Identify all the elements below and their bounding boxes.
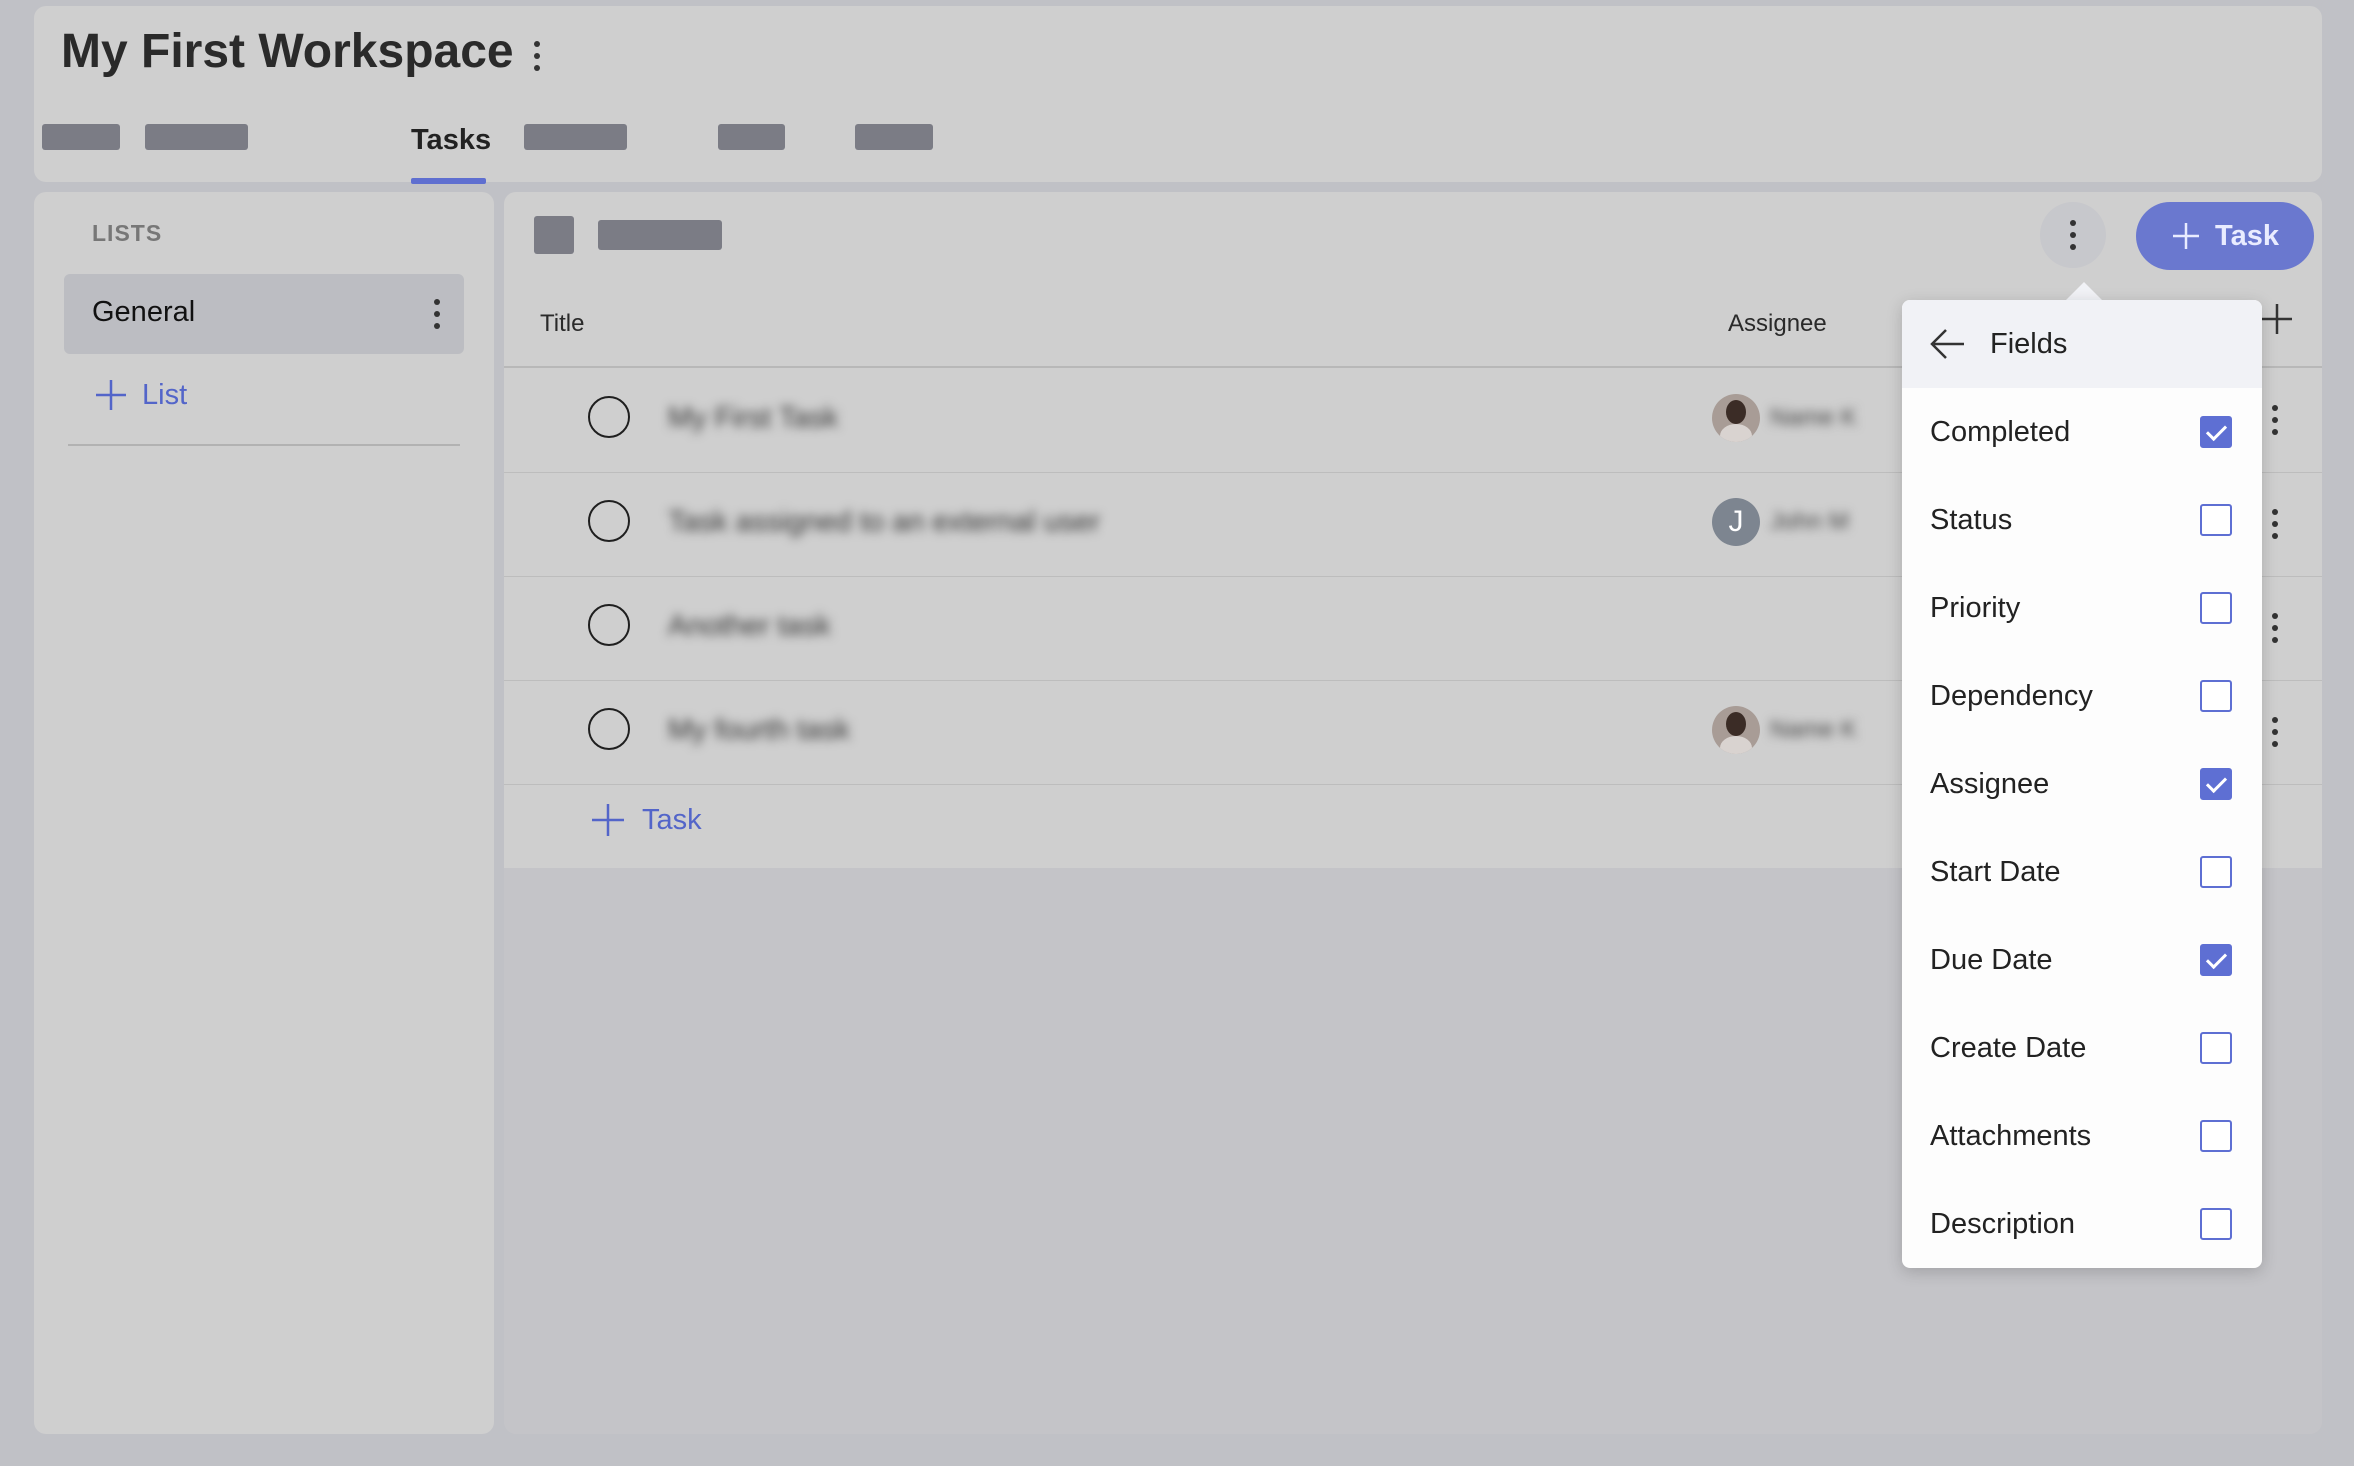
- complete-task-checkbox[interactable]: [588, 604, 630, 646]
- field-label: Dependency: [1930, 680, 2093, 712]
- fields-menu-title: Fields: [1990, 328, 2068, 360]
- assignee-name: Name K: [1770, 716, 1857, 743]
- workspace-title: My First Workspace: [61, 25, 514, 78]
- field-label: Start Date: [1930, 856, 2061, 888]
- field-label: Create Date: [1930, 1032, 2087, 1064]
- field-checkbox[interactable]: [2200, 944, 2232, 976]
- sidebar-item-general[interactable]: General: [64, 274, 464, 354]
- field-option-create-date[interactable]: Create Date: [1902, 1004, 2262, 1092]
- tab-placeholder-2[interactable]: [145, 124, 248, 150]
- task-title[interactable]: Task assigned to an external user: [668, 506, 1100, 539]
- assignee-name: Name K: [1770, 404, 1857, 431]
- plus-icon: [592, 804, 624, 836]
- plus-icon: [96, 380, 126, 410]
- add-column-icon[interactable]: [2260, 302, 2294, 341]
- field-checkbox[interactable]: [2200, 1032, 2232, 1064]
- lists-sidebar: LISTS General List: [34, 192, 494, 1434]
- field-checkbox[interactable]: [2200, 768, 2232, 800]
- list-icon-placeholder: [534, 216, 574, 254]
- avatar: [1712, 706, 1760, 754]
- field-option-due-date[interactable]: Due Date: [1902, 916, 2262, 1004]
- workspace-header: My First Workspace Tasks: [34, 6, 2322, 184]
- field-checkbox[interactable]: [2200, 856, 2232, 888]
- field-label: Assignee: [1930, 768, 2050, 800]
- lists-heading: LISTS: [92, 220, 163, 246]
- row-more-icon[interactable]: [2260, 710, 2290, 754]
- list-label: General: [92, 296, 196, 328]
- task-title[interactable]: My fourth task: [668, 714, 850, 747]
- assignee-cell[interactable]: Name K: [1712, 394, 1857, 442]
- list-more-icon[interactable]: [422, 292, 452, 336]
- complete-task-checkbox[interactable]: [588, 500, 630, 542]
- field-label: Status: [1930, 504, 2013, 536]
- avatar: [1712, 394, 1760, 442]
- fields-menu: Fields Completed Status Priority Dependency…: [1902, 300, 2262, 1268]
- popup-caret: [2066, 282, 2102, 300]
- field-option-dependency[interactable]: Dependency: [1902, 652, 2262, 740]
- field-label: Completed: [1930, 416, 2071, 448]
- list-name-placeholder: [598, 220, 722, 250]
- tab-placeholder-1[interactable]: [42, 124, 120, 150]
- field-checkbox[interactable]: [2200, 680, 2232, 712]
- task-title[interactable]: My First Task: [668, 402, 838, 435]
- workspace-more-icon[interactable]: [522, 34, 552, 78]
- field-option-attachments[interactable]: Attachments: [1902, 1092, 2262, 1180]
- field-option-description[interactable]: Description: [1902, 1180, 2262, 1268]
- assignee-cell[interactable]: Name K: [1712, 706, 1857, 754]
- column-header-title[interactable]: Title: [540, 310, 584, 338]
- add-list-label: List: [142, 378, 188, 411]
- field-option-completed[interactable]: Completed: [1902, 388, 2262, 476]
- field-checkbox[interactable]: [2200, 592, 2232, 624]
- divider: [68, 444, 460, 446]
- field-checkbox[interactable]: [2200, 1120, 2232, 1152]
- field-checkbox[interactable]: [2200, 416, 2232, 448]
- active-tab-indicator: [411, 178, 486, 184]
- field-option-start-date[interactable]: Start Date: [1902, 828, 2262, 916]
- add-list-button[interactable]: List: [94, 378, 187, 412]
- field-label: Priority: [1930, 592, 2021, 624]
- add-task-label: Task: [642, 803, 702, 836]
- complete-task-checkbox[interactable]: [588, 708, 630, 750]
- column-header-assignee[interactable]: Assignee: [1728, 310, 1827, 338]
- field-option-priority[interactable]: Priority: [1902, 564, 2262, 652]
- tab-tasks[interactable]: Tasks: [411, 124, 491, 157]
- tab-placeholder-3[interactable]: [524, 124, 627, 150]
- assignee-name: John M: [1770, 508, 1849, 535]
- add-task-button[interactable]: Task: [2136, 202, 2314, 270]
- plus-icon: [2173, 223, 2200, 249]
- fields-menu-header: Fields: [1902, 300, 2262, 388]
- tab-placeholder-4[interactable]: [718, 124, 785, 150]
- field-checkbox[interactable]: [2200, 504, 2232, 536]
- add-task-inline-button[interactable]: Task: [590, 802, 702, 838]
- complete-task-checkbox[interactable]: [588, 396, 630, 438]
- row-more-icon[interactable]: [2260, 502, 2290, 546]
- field-option-status[interactable]: Status: [1902, 476, 2262, 564]
- back-arrow-icon[interactable]: [1928, 324, 1968, 364]
- avatar: J: [1712, 498, 1760, 546]
- task-title[interactable]: Another task: [668, 610, 831, 643]
- row-more-icon[interactable]: [2260, 398, 2290, 442]
- field-option-assignee[interactable]: Assignee: [1902, 740, 2262, 828]
- field-label: Description: [1930, 1208, 2076, 1240]
- field-checkbox[interactable]: [2200, 1208, 2232, 1240]
- add-task-button-label: Task: [2215, 219, 2279, 252]
- field-label: Attachments: [1930, 1120, 2092, 1152]
- field-label: Due Date: [1930, 944, 2053, 976]
- row-more-icon[interactable]: [2260, 606, 2290, 650]
- assignee-cell[interactable]: J John M: [1712, 498, 1849, 546]
- table-options-icon[interactable]: [2040, 202, 2106, 268]
- tab-placeholder-5[interactable]: [855, 124, 933, 150]
